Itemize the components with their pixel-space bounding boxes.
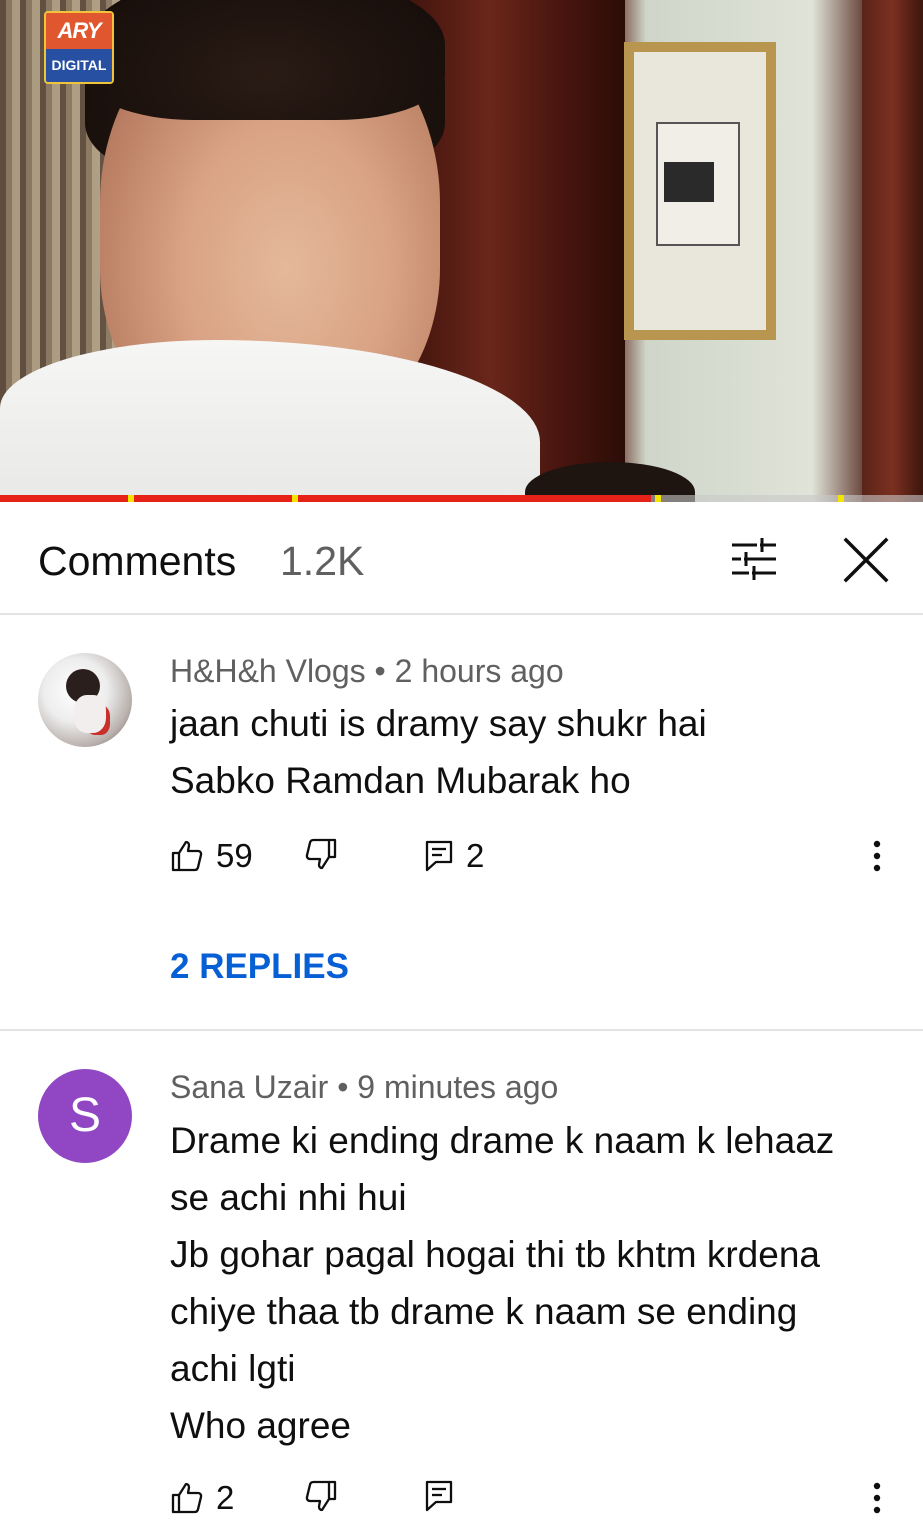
dislike-button[interactable] — [304, 837, 338, 871]
reply-button[interactable]: 2 — [424, 837, 484, 875]
video-frame-picture — [624, 42, 776, 340]
comment-line: Drame ki ending drame k naam k lehaaz — [170, 1120, 835, 1161]
comment-time: 9 minutes ago — [357, 1069, 559, 1105]
more-options-icon[interactable] — [872, 1481, 882, 1515]
comment-item: S Sana Uzair • 9 minutes ago Drame ki en… — [0, 1031, 923, 1536]
comment-line: chiye thaa tb drame k naam se ending — [170, 1291, 798, 1332]
logo-top-text: ARY — [46, 13, 112, 49]
comment-meta: Sana Uzair • 9 minutes ago — [170, 1069, 558, 1106]
comment-text: Drame ki ending drame k naam k lehaaz se… — [170, 1112, 890, 1454]
video-progress-fill — [0, 495, 651, 502]
more-options-icon[interactable] — [872, 839, 882, 873]
comment-author[interactable]: Sana Uzair — [170, 1069, 328, 1105]
comment-actions: 2 — [170, 1479, 910, 1529]
like-count: 59 — [216, 837, 253, 874]
reply-button[interactable] — [424, 1479, 454, 1513]
close-icon[interactable] — [838, 532, 894, 588]
comment-actions: 59 2 — [170, 837, 910, 887]
comment-line: jaan chuti is dramy say shukr hai — [170, 703, 707, 744]
comment-item: H&H&h Vlogs • 2 hours ago jaan chuti is … — [0, 615, 923, 1030]
dislike-button[interactable] — [304, 1479, 338, 1513]
comment-meta: H&H&h Vlogs • 2 hours ago — [170, 653, 564, 690]
comment-reply-icon — [425, 840, 453, 872]
comments-header: Comments 1.2K — [0, 502, 923, 615]
channel-logo: ARY DIGITAL — [44, 11, 114, 84]
comments-count: 1.2K — [280, 538, 365, 584]
thumbs-down-icon — [305, 838, 337, 870]
comment-reply-icon — [425, 1480, 453, 1512]
meta-separator: • — [337, 1069, 349, 1105]
thumbs-up-icon — [171, 840, 203, 872]
like-button[interactable]: 59 — [170, 837, 253, 875]
meta-separator: • — [374, 653, 386, 689]
ad-marker — [128, 495, 134, 502]
ad-marker — [292, 495, 298, 502]
video-frame-door-right — [862, 0, 923, 502]
comment-line: Sabko Ramdan Mubarak ho — [170, 760, 631, 801]
comment-text: jaan chuti is dramy say shukr hai Sabko … — [170, 695, 890, 809]
comment-line: Who agree — [170, 1405, 351, 1446]
avatar[interactable]: S — [38, 1069, 132, 1163]
ad-marker — [655, 495, 661, 502]
comment-line: se achi nhi hui — [170, 1177, 407, 1218]
comments-title: Comments — [38, 538, 237, 584]
comment-line: Jb gohar pagal hogai thi tb khtm krdena — [170, 1234, 820, 1275]
avatar[interactable] — [38, 653, 132, 747]
comment-line: achi lgti — [170, 1348, 296, 1389]
ad-marker — [838, 495, 844, 502]
view-replies-link[interactable]: 2 REPLIES — [170, 947, 349, 987]
thumbs-up-icon — [171, 1482, 203, 1514]
logo-bottom-text: DIGITAL — [46, 49, 112, 82]
video-player[interactable]: ARY DIGITAL — [0, 0, 923, 502]
comment-author[interactable]: H&H&h Vlogs — [170, 653, 366, 689]
comment-time: 2 hours ago — [394, 653, 564, 689]
like-button[interactable]: 2 — [170, 1479, 234, 1517]
thumbs-down-icon — [305, 1480, 337, 1512]
video-progress-bar[interactable] — [0, 495, 923, 502]
reply-count: 2 — [466, 837, 485, 874]
like-count: 2 — [216, 1479, 235, 1516]
sort-filter-icon[interactable] — [724, 535, 784, 583]
